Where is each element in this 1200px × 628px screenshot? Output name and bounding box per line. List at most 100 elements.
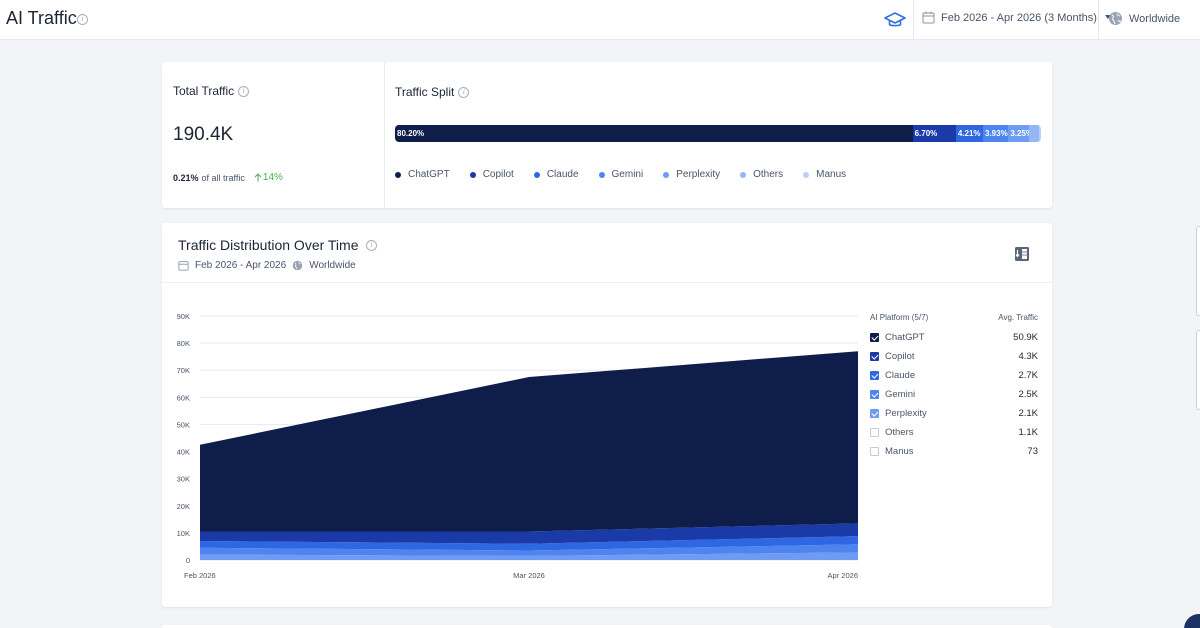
x-tick-label: Apr 2026 [828, 571, 858, 580]
y-tick-label: 30K [177, 475, 190, 484]
legend-row-manus[interactable]: Manus 73 [870, 442, 1038, 461]
info-icon[interactable] [238, 85, 250, 97]
platform-avg-traffic: 2.7K [1018, 370, 1038, 381]
globe-icon [1109, 12, 1122, 25]
split-segment-claude[interactable]: 4.21% [955, 125, 983, 142]
legend-dot [663, 171, 670, 178]
y-tick-label: 80K [177, 339, 190, 348]
legend-item-others: Others [740, 169, 783, 180]
split-segment-copilot[interactable]: 6.70% [912, 125, 956, 142]
y-tick-label: 0 [186, 556, 190, 565]
platform-legend-table: AI Platform (5/7) Avg. Traffic ChatGPT 50… [870, 306, 1038, 461]
total-traffic-value: 190.4K [173, 124, 234, 145]
legend-row-label: Claude [870, 370, 915, 381]
legend-label: Gemini [611, 169, 644, 180]
total-traffic-label: Total Traffic [173, 84, 235, 98]
legend-item-chatgpt: ChatGPT [395, 169, 450, 180]
split-segment-gemini[interactable]: 3.93% [983, 125, 1009, 142]
platform-checkbox[interactable] [870, 409, 879, 418]
export-excel-icon[interactable] [1014, 246, 1030, 262]
legend-label: Manus [816, 169, 847, 180]
distribution-title: Traffic Distribution Over Time [178, 237, 359, 253]
area-series-chatgpt [200, 351, 858, 532]
distribution-card: Traffic Distribution Over Time Feb 2026 … [162, 223, 1052, 607]
info-icon[interactable] [366, 240, 377, 251]
platform-name: Others [885, 427, 914, 438]
platform-checkbox[interactable] [870, 447, 879, 456]
legend-platform-header: AI Platform (5/7) [870, 312, 929, 322]
legend-dot [395, 171, 401, 178]
region-label: Worldwide [1129, 12, 1181, 25]
legend-label: Perplexity [676, 169, 721, 180]
traffic-area-chart: 0 10K 20K 30K 40K 50K 60K 70K 80K 90K Feb 2026 Mar … [177, 312, 858, 580]
legend-row-gemini[interactable]: Gemini 2.5K [870, 385, 1038, 404]
platform-name: Manus [885, 446, 914, 457]
header-divider [913, 0, 914, 40]
summary-card: Total Traffic 190.4K 0.21% of all traffi… [162, 62, 1052, 208]
legend-item-gemini: Gemini [598, 169, 644, 180]
x-tick-label: Mar 2026 [513, 571, 545, 580]
side-panel-tab[interactable] [1196, 330, 1200, 410]
legend-row-copilot[interactable]: Copilot 4.3K [870, 347, 1038, 366]
date-range-selector[interactable]: Feb 2026 - Apr 2026 (3 Months) [922, 11, 1111, 24]
share-suffix: of all traffic [201, 172, 245, 183]
globe-icon [292, 260, 303, 271]
legend-row-claude[interactable]: Claude 2.7K [870, 366, 1038, 385]
y-tick-label: 20K [177, 502, 190, 511]
platform-name: ChatGPT [885, 332, 925, 343]
traffic-split-bar: 80.20%6.70%4.21%3.93%3.25% [395, 125, 1041, 142]
split-segment-manus[interactable] [1039, 125, 1041, 142]
calendar-icon [178, 261, 189, 271]
platform-checkbox[interactable] [870, 390, 879, 399]
legend-row-perplexity[interactable]: Perplexity 2.1K [870, 404, 1038, 423]
graduation-cap-icon[interactable] [884, 10, 906, 30]
side-panel-tab[interactable] [1196, 226, 1200, 316]
x-tick-label: Feb 2026 [184, 571, 216, 580]
split-segment-chatgpt[interactable]: 80.20% [395, 125, 913, 142]
region-selector[interactable]: Worldwide [1108, 11, 1180, 26]
arrow-up-icon [254, 173, 262, 182]
legend-row-others[interactable]: Others 1.1K [870, 423, 1038, 442]
legend-avg-header: Avg. Traffic [998, 312, 1038, 322]
platform-checkbox[interactable] [870, 371, 879, 380]
distribution-region: Worldwide [309, 260, 356, 271]
y-tick-label: 70K [177, 366, 190, 375]
y-tick-label: 90K [177, 312, 190, 321]
split-segment-others[interactable] [1029, 125, 1040, 142]
platform-avg-traffic: 50.9K [1013, 332, 1038, 343]
platform-checkbox[interactable] [870, 352, 879, 361]
info-icon[interactable] [458, 86, 470, 98]
legend-label: ChatGPT [408, 169, 450, 180]
info-icon[interactable] [77, 14, 88, 25]
platform-name: Perplexity [885, 408, 927, 419]
platform-name: Claude [885, 370, 916, 381]
platform-avg-traffic: 2.5K [1018, 389, 1038, 400]
legend-dot [598, 171, 605, 178]
distribution-period: Feb 2026 - Apr 2026 [195, 260, 287, 271]
header-divider [1098, 0, 1099, 40]
date-range-label: Feb 2026 - Apr 2026 (3 Months) [941, 11, 1097, 24]
platform-name: Copilot [885, 351, 915, 362]
y-tick-label: 10K [177, 529, 190, 538]
top-header: AI Traffic Feb 2026 - Apr 2026 (3 Months… [0, 0, 1200, 40]
split-segment-perplexity[interactable]: 3.25% [1008, 125, 1030, 142]
legend-row-label: Others [870, 427, 914, 438]
traffic-share: 0.21% of all traffic 14% [173, 172, 283, 183]
platform-avg-traffic: 2.1K [1018, 408, 1038, 419]
platform-avg-traffic: 4.3K [1018, 351, 1038, 362]
legend-row-chatgpt[interactable]: ChatGPT 50.9K [870, 328, 1038, 347]
platform-avg-traffic: 1.1K [1018, 427, 1038, 438]
platform-checkbox[interactable] [870, 428, 879, 437]
page-title: AI Traffic [6, 8, 77, 28]
y-tick-label: 60K [177, 393, 190, 402]
legend-dot [533, 171, 540, 178]
platform-checkbox[interactable] [870, 333, 879, 342]
legend-label: Copilot [482, 169, 514, 180]
legend-dot [740, 171, 747, 178]
platform-avg-traffic: 73 [1027, 446, 1038, 457]
legend-label: Others [753, 169, 784, 180]
legend-item-copilot: Copilot [469, 169, 514, 180]
chat-button[interactable] [1184, 614, 1200, 628]
legend-label: Claude [546, 169, 579, 180]
platform-name: Gemini [885, 389, 916, 400]
